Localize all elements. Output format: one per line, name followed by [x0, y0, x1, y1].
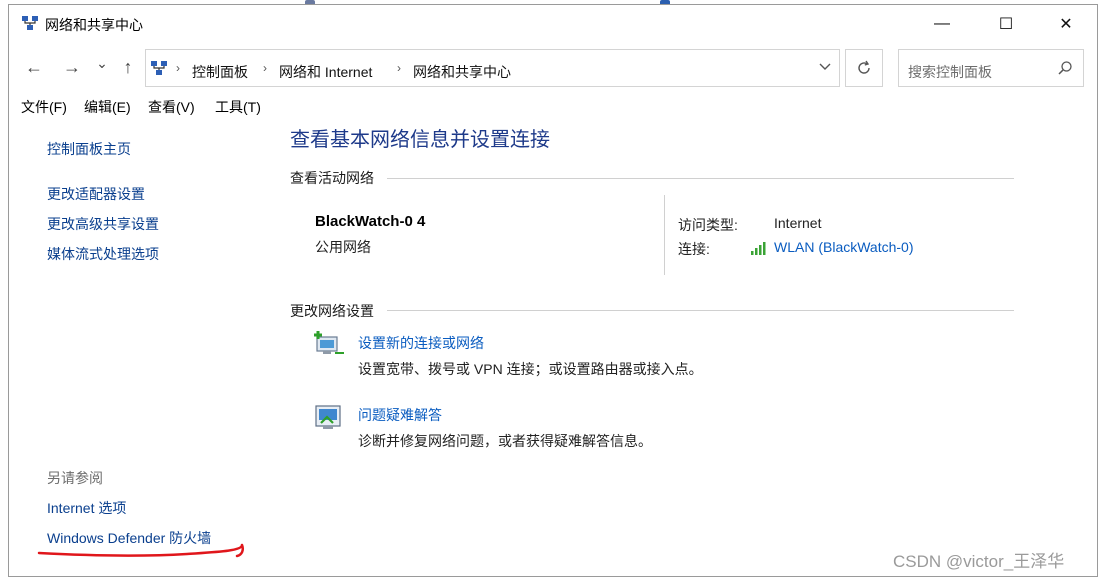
- troubleshoot-description: 诊断并修复网络问题，或者获得疑难解答信息。: [358, 433, 652, 449]
- minimize-button[interactable]: —: [913, 5, 971, 43]
- chevron-down-icon[interactable]: [818, 59, 832, 73]
- search-icon[interactable]: [1057, 60, 1073, 76]
- breadcrumb-control-panel[interactable]: 控制面板: [192, 62, 248, 82]
- change-adapter-settings-link[interactable]: 更改适配器设置: [47, 184, 145, 204]
- recent-locations-button[interactable]: ⌄: [91, 55, 113, 72]
- breadcrumb-separator: ›: [176, 61, 180, 75]
- network-setup-icon: [314, 331, 344, 354]
- address-bar[interactable]: › 控制面板 › 网络和 Internet › 网络和共享中心: [145, 49, 840, 87]
- troubleshoot-icon: [315, 405, 341, 429]
- wifi-signal-icon: [751, 242, 766, 255]
- watermark-text: CSDN @victor_王泽华: [893, 552, 1065, 571]
- window-title: 网络和共享中心: [45, 17, 143, 33]
- change-network-settings-heading: 更改网络设置: [290, 303, 374, 319]
- divider: [664, 195, 665, 275]
- network-category: 公用网络: [315, 239, 371, 255]
- search-box[interactable]: 搜索控制面板: [898, 49, 1084, 87]
- access-type-label: 访问类型:: [678, 217, 738, 233]
- close-button[interactable]: ✕: [1037, 5, 1095, 43]
- red-underline-annotation: [37, 543, 245, 558]
- media-streaming-options-link[interactable]: 媒体流式处理选项: [47, 244, 159, 264]
- page-title: 查看基本网络信息并设置连接: [290, 129, 550, 151]
- breadcrumb-separator[interactable]: ›: [263, 61, 267, 75]
- breadcrumb-network-sharing-center[interactable]: 网络和共享中心: [413, 62, 511, 82]
- see-also-label: 另请参阅: [47, 470, 103, 486]
- menu-view[interactable]: 查看(V): [148, 97, 195, 117]
- refresh-icon: [858, 60, 870, 74]
- troubleshoot-link[interactable]: 问题疑难解答: [358, 405, 442, 425]
- control-panel-icon: [151, 61, 167, 75]
- control-panel-home-link[interactable]: 控制面板主页: [47, 139, 131, 159]
- search-input[interactable]: 搜索控制面板: [908, 62, 992, 82]
- menu-tools[interactable]: 工具(T): [215, 97, 261, 117]
- setup-new-connection-description: 设置宽带、拨号或 VPN 连接；或设置路由器或接入点。: [358, 361, 703, 377]
- network-icon: [22, 16, 38, 30]
- menu-edit[interactable]: 编辑(E): [84, 97, 131, 117]
- network-name: BlackWatch-0 4: [315, 213, 426, 230]
- network-sharing-center-window: 网络和共享中心 — ☐ ✕ ← → ⌄ ↑ › 控制面板 › 网络和 Inter…: [8, 4, 1098, 577]
- setup-new-connection-link[interactable]: 设置新的连接或网络: [358, 333, 484, 353]
- background-fragment: [284, 573, 434, 577]
- forward-button[interactable]: →: [61, 57, 83, 78]
- divider: [387, 178, 1014, 179]
- active-networks-heading: 查看活动网络: [290, 170, 374, 186]
- breadcrumb-separator[interactable]: ›: [397, 61, 401, 75]
- up-button[interactable]: ↑: [117, 57, 139, 78]
- advanced-sharing-settings-link[interactable]: 更改高级共享设置: [47, 214, 159, 234]
- title-bar: 网络和共享中心 — ☐ ✕: [9, 5, 1097, 43]
- internet-options-link[interactable]: Internet 选项: [47, 498, 126, 518]
- menu-file[interactable]: 文件(F): [21, 97, 67, 117]
- connections-label: 连接:: [678, 241, 710, 257]
- maximize-button[interactable]: ☐: [977, 5, 1035, 43]
- wlan-connection-link[interactable]: WLAN (BlackWatch-0): [774, 239, 914, 255]
- refresh-button[interactable]: [845, 49, 883, 87]
- access-type-value: Internet: [774, 215, 822, 231]
- back-button[interactable]: ←: [23, 57, 45, 78]
- divider: [387, 310, 1014, 311]
- breadcrumb-network-internet[interactable]: 网络和 Internet: [279, 62, 372, 82]
